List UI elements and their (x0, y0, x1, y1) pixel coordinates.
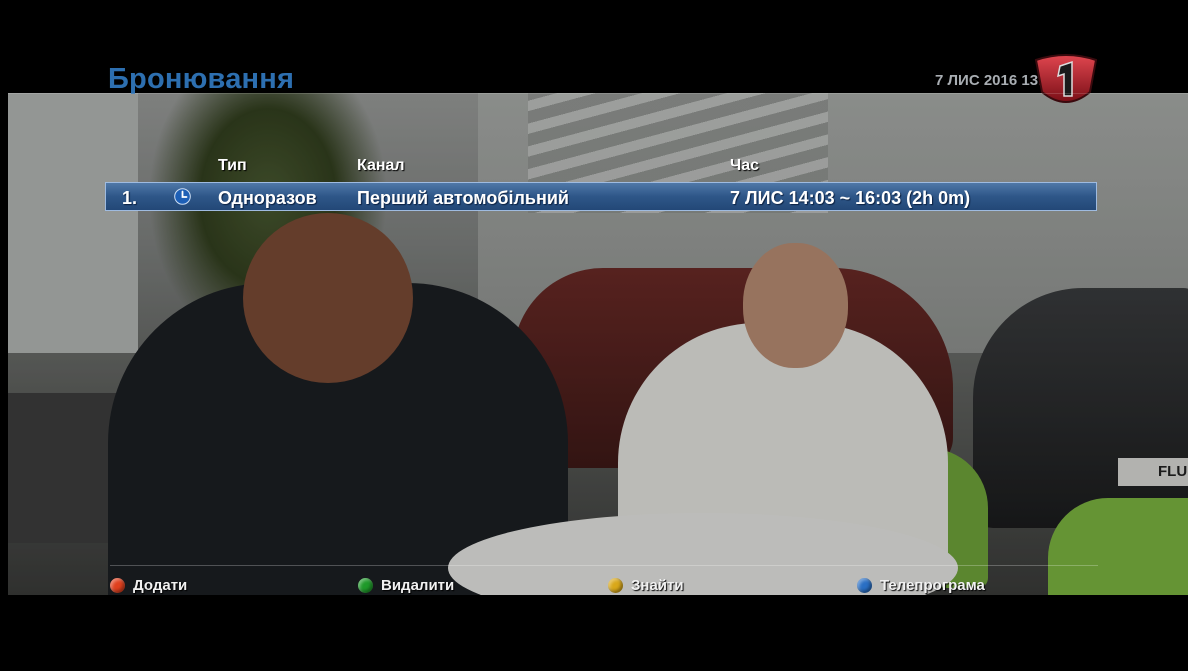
add-button-label: Додати (133, 577, 188, 594)
channel-logo-icon (1034, 54, 1098, 103)
video-dim-overlay (8, 93, 1188, 595)
delete-button[interactable]: Видалити (358, 577, 454, 594)
find-button-label: Знайти (631, 577, 684, 594)
column-header-type: Тип (218, 157, 247, 174)
epg-button[interactable]: Телепрограма (857, 577, 985, 594)
green-key-icon (358, 578, 373, 593)
title-divider (8, 93, 1188, 94)
blue-key-icon (857, 578, 872, 593)
footer-divider (110, 565, 1098, 566)
background-video: FLU (8, 93, 1188, 595)
clock-icon (174, 188, 191, 205)
row-time: 7 ЛИС 14:03 ~ 16:03 (2h 0m) (730, 188, 971, 208)
yellow-key-icon (608, 578, 623, 593)
row-type: Одноразов (218, 188, 317, 208)
delete-button-label: Видалити (381, 577, 455, 594)
row-channel: Перший автомобільний (357, 188, 569, 208)
epg-button-label: Телепрограма (880, 577, 985, 594)
red-key-icon (110, 578, 125, 593)
tv-screen: FLU Бронювання 7 ЛИС 2016 13:53 Тип Кана… (0, 0, 1188, 671)
column-header-time: Час (730, 157, 760, 174)
page-title: Бронювання (108, 63, 295, 95)
find-button[interactable]: Знайти (608, 577, 684, 594)
column-header-channel: Канал (357, 157, 405, 174)
add-button[interactable]: Додати (110, 577, 187, 594)
row-index: 1. (122, 188, 138, 208)
